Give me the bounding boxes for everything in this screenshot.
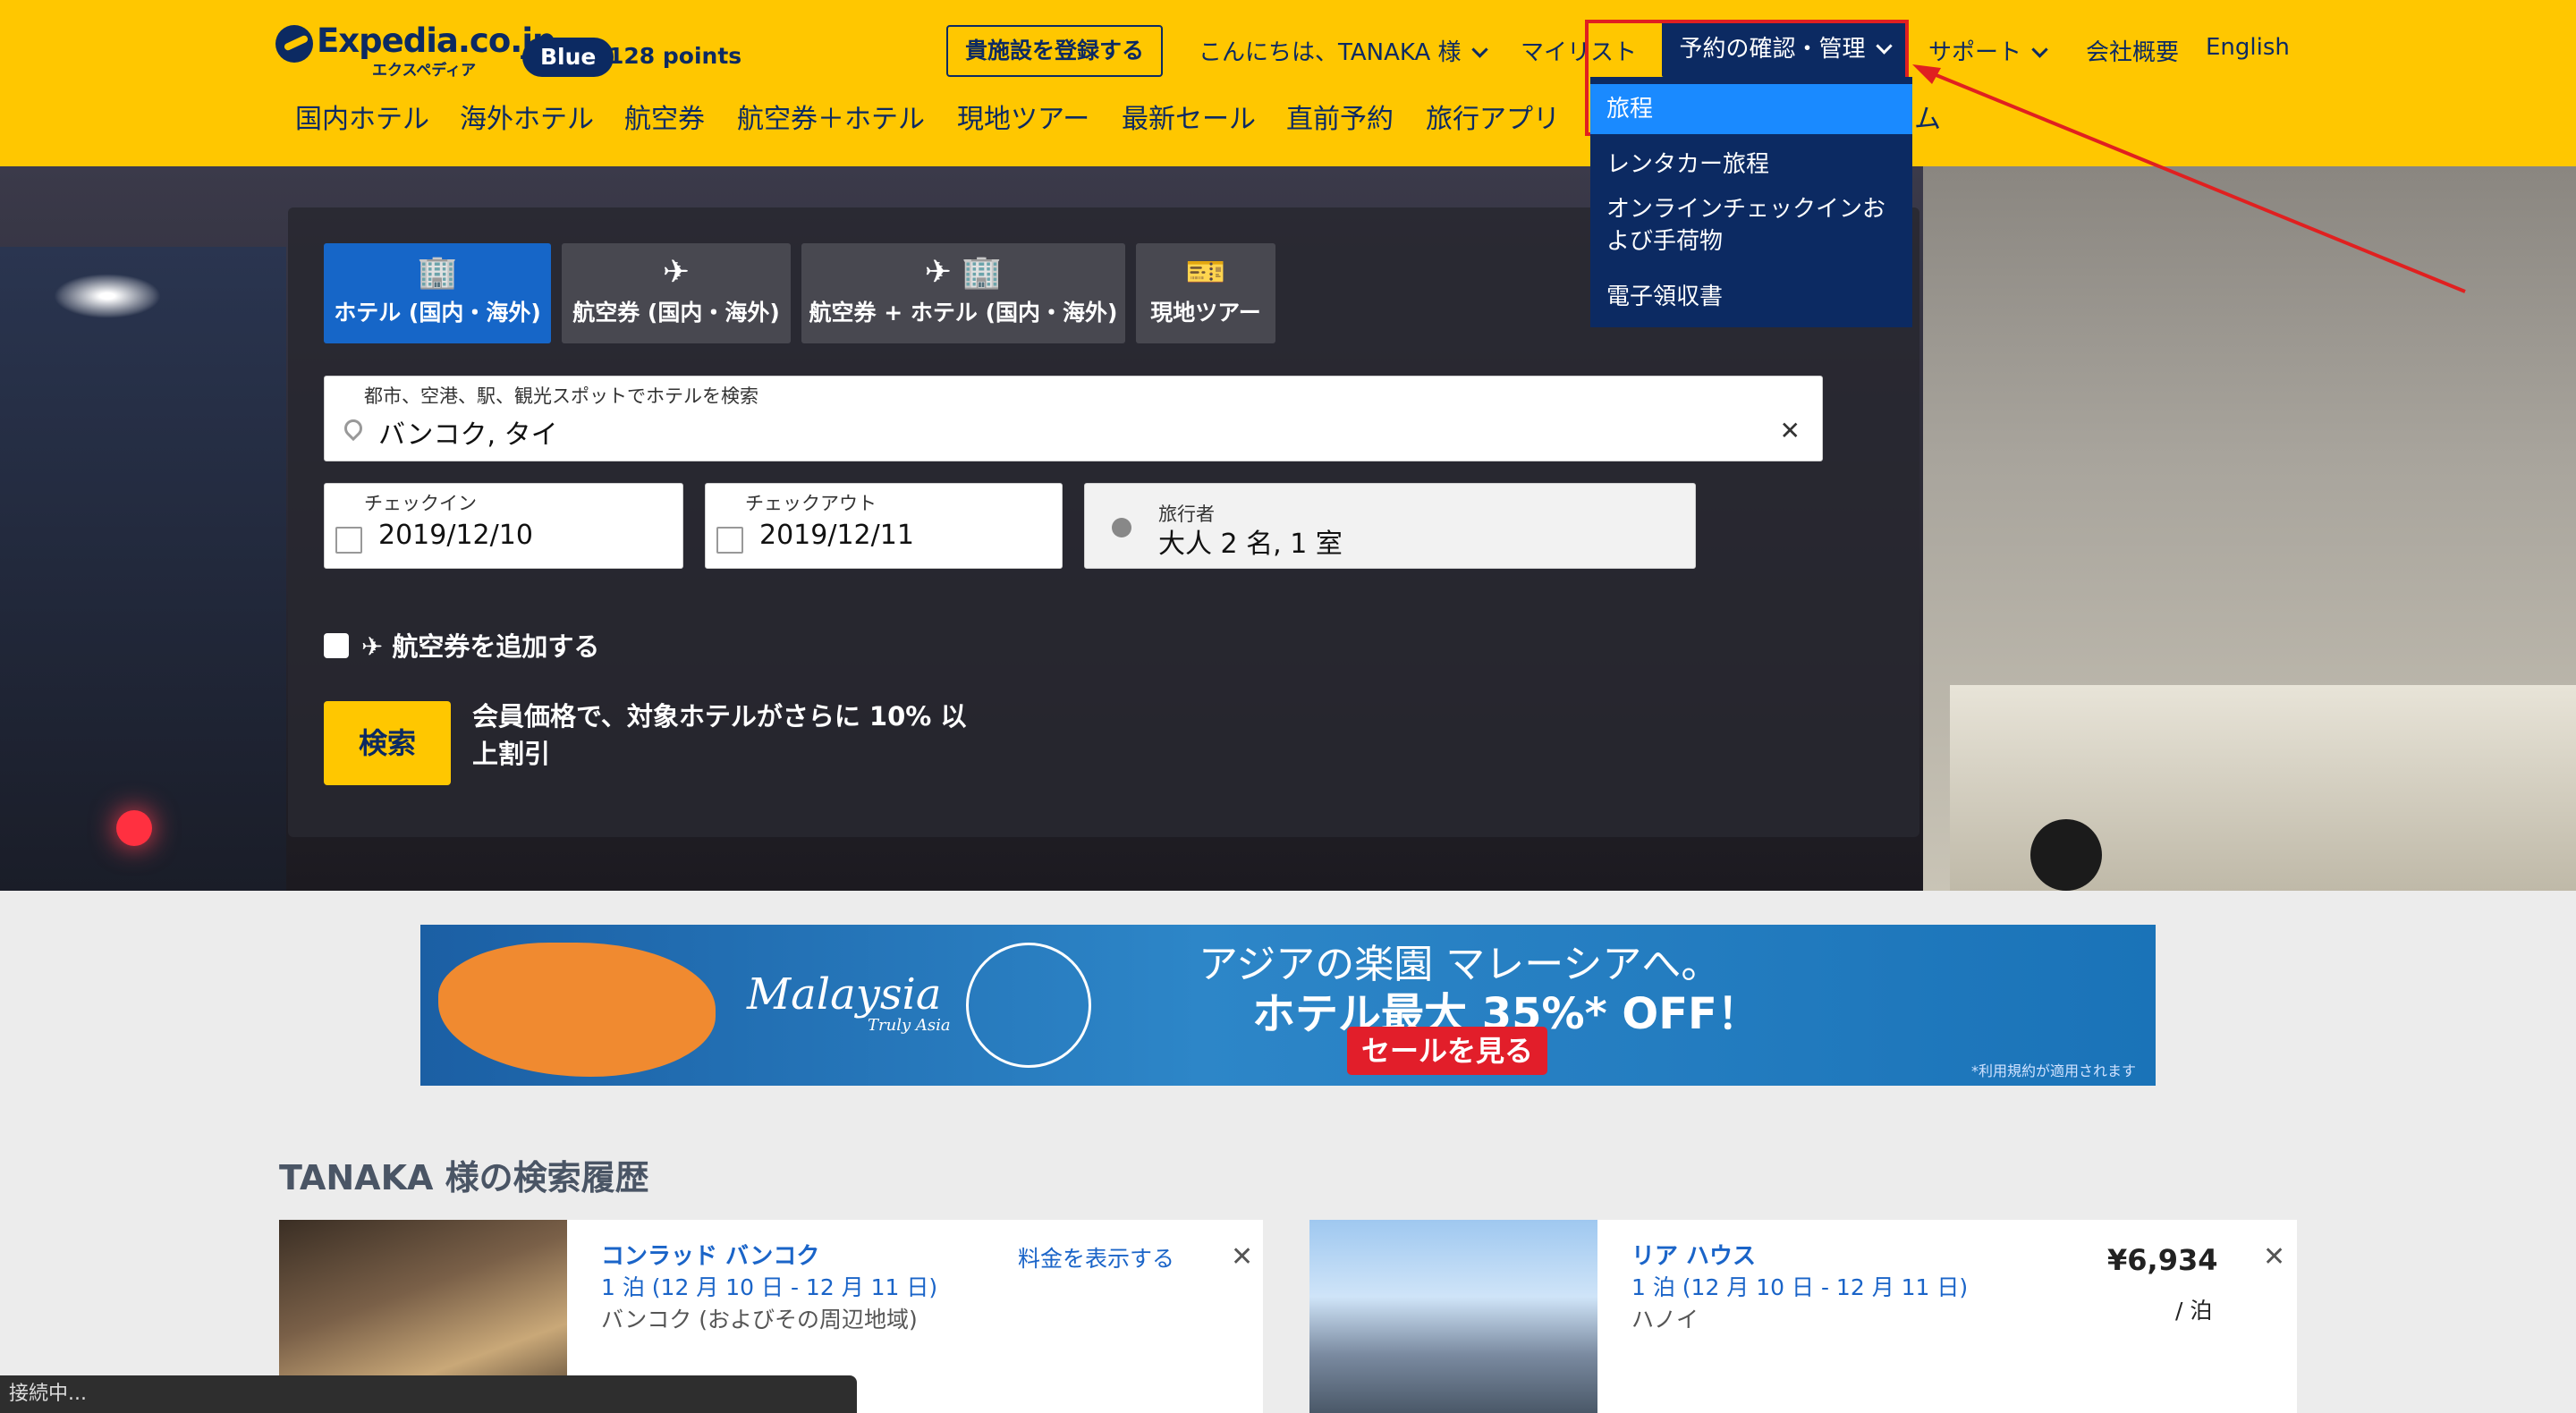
- view-sale-button[interactable]: セールを見る: [1347, 1027, 1547, 1075]
- logo-text: Expedia.co.jp: [317, 21, 555, 60]
- travelers-field[interactable]: 旅行者 大人 2 名, 1 室: [1084, 483, 1696, 569]
- register-property-button[interactable]: 貴施設を登録する: [946, 25, 1163, 77]
- plane-building-icon: ✈ 🏢: [924, 254, 1003, 291]
- member-promo-text: 会員価格で、対象ホテルがさらに 10% 以 上割引: [472, 698, 991, 773]
- browser-status-bar: 接続中...: [0, 1375, 857, 1413]
- hotel-name[interactable]: コンラッド バンコク: [601, 1238, 819, 1271]
- nav-travel-app[interactable]: 旅行アプリ: [1426, 97, 1560, 136]
- expedia-logo[interactable]: Expedia.co.jp エクスペディア: [275, 21, 555, 80]
- calendar-icon: [716, 527, 743, 554]
- hotel-location: バンコク (およびその周辺地域): [601, 1307, 918, 1333]
- location-pin-icon: [340, 415, 367, 442]
- hotel-thumbnail: [1309, 1220, 1597, 1413]
- manage-bookings-dropdown: 旅程 レンタカー旅程 オンラインチェックインおよび手荷物 電子領収書: [1590, 77, 1912, 327]
- tab-flights-label: 航空券 (国内・海外): [572, 300, 780, 326]
- nav-last-minute[interactable]: 直前予約: [1286, 97, 1394, 136]
- tab-hotels-label: ホテル (国内・海外): [334, 300, 541, 326]
- stay-dates: 1 泊 (12 月 10 日 - 12 月 11 日): [1631, 1274, 1969, 1300]
- menu-item-itinerary[interactable]: 旅程: [1590, 84, 1912, 134]
- nav-latest-sale[interactable]: 最新セール: [1122, 97, 1256, 136]
- tab-hotels[interactable]: 🏢 ホテル (国内・海外): [324, 243, 551, 343]
- checkin-field[interactable]: チェックイン 2019/12/10: [324, 483, 683, 569]
- banner-tagline: Truly Asia: [868, 1016, 951, 1035]
- close-icon[interactable]: ✕: [1231, 1241, 1253, 1273]
- checkin-label: チェックイン: [364, 493, 477, 514]
- nightly-price: ¥6,934: [2107, 1243, 2218, 1277]
- plane-icon: ✈: [361, 631, 393, 662]
- promo-line-2: 上割引: [472, 739, 551, 769]
- add-flight-label: 航空券を追加する: [392, 631, 600, 662]
- hotel-location: ハノイ: [1631, 1307, 1699, 1333]
- tab-local-tours[interactable]: 🎫 現地ツアー: [1136, 243, 1275, 343]
- menu-item-online-checkin[interactable]: オンラインチェックインおよび手荷物: [1590, 193, 1912, 258]
- checkout-value: 2019/12/11: [759, 520, 914, 551]
- calendar-icon: [335, 527, 362, 554]
- stay-dates: 1 泊 (12 月 10 日 - 12 月 11 日): [601, 1274, 938, 1300]
- building-icon: 🏢: [417, 254, 458, 291]
- per-night-label: / 泊: [2175, 1298, 2213, 1324]
- nav-flight-hotel[interactable]: 航空券＋ホテル: [737, 97, 925, 136]
- view-rates-link[interactable]: 料金を表示する: [1018, 1241, 1174, 1273]
- nav-flights[interactable]: 航空券: [624, 97, 705, 136]
- checkin-value: 2019/12/10: [378, 520, 533, 551]
- checkout-field[interactable]: チェックアウト 2019/12/11: [705, 483, 1063, 569]
- destination-label: 都市、空港、駅、観光スポットでホテルを検索: [364, 385, 758, 407]
- banner-brand: Malaysia: [747, 969, 942, 1020]
- search-history-title: TANAKA 様の検索履歴: [279, 1158, 649, 1197]
- person-icon: [1112, 518, 1131, 537]
- nav-overseas-hotels[interactable]: 海外ホテル: [460, 97, 594, 136]
- points-count[interactable]: 128 points: [608, 43, 741, 69]
- annotation-arrow: [1912, 64, 2466, 293]
- nav-local-tours[interactable]: 現地ツアー: [957, 97, 1089, 136]
- plane-icon: ✈: [662, 254, 691, 291]
- account-menu[interactable]: こんにちは、TANAKA 様: [1199, 34, 1488, 67]
- greeting-label: こんにちは、TANAKA 様: [1199, 39, 1462, 66]
- history-card[interactable]: リア ハウス 1 泊 (12 月 10 日 - 12 月 11 日) ハノイ ¥…: [1309, 1220, 2297, 1413]
- chevron-down-icon: [1470, 41, 1488, 58]
- tier-badge[interactable]: Blue: [522, 38, 614, 77]
- add-flight-row[interactable]: ✈ 航空券を追加する: [361, 626, 599, 664]
- hotel-name[interactable]: リア ハウス: [1631, 1238, 1756, 1271]
- search-button[interactable]: 検索: [324, 701, 451, 785]
- menu-item-car-itinerary[interactable]: レンタカー旅程: [1590, 141, 1912, 188]
- ticket-icon: 🎫: [1185, 254, 1226, 291]
- menu-item-e-receipt[interactable]: 電子領収書: [1590, 274, 1912, 320]
- tab-flight-hotel[interactable]: ✈ 🏢 航空券 + ホテル (国内・海外): [801, 243, 1125, 343]
- tab-flight-hotel-label: 航空券 + ホテル (国内・海外): [809, 300, 1118, 326]
- close-icon[interactable]: ✕: [2263, 1241, 2285, 1273]
- tab-local-tours-label: 現地ツアー: [1150, 300, 1261, 326]
- promo-line-1: 会員価格で、対象ホテルがさらに 10% 以: [472, 701, 967, 732]
- destination-field[interactable]: 都市、空港、駅、観光スポットでホテルを検索 バンコク, タイ ✕: [324, 376, 1823, 461]
- clear-destination-icon[interactable]: ✕: [1780, 416, 1801, 445]
- checkout-label: チェックアウト: [745, 493, 877, 514]
- banner-fine-print: *利用規約が適用されます: [1970, 1062, 2136, 1079]
- nav-domestic-hotels[interactable]: 国内ホテル: [295, 97, 429, 136]
- malaysia-promo-banner[interactable]: Malaysia Truly Asia アジアの楽園 マレーシアへ。 ホテル最大…: [420, 925, 2156, 1086]
- travelers-value: 大人 2 名, 1 室: [1158, 529, 1343, 560]
- visit-malaysia-emblem: [966, 943, 1091, 1068]
- destination-value: バンコク, タイ: [378, 419, 558, 451]
- add-flight-checkbox[interactable]: [324, 633, 349, 658]
- tab-flights[interactable]: ✈ 航空券 (国内・海外): [562, 243, 791, 343]
- globe-plane-icon: [275, 25, 313, 63]
